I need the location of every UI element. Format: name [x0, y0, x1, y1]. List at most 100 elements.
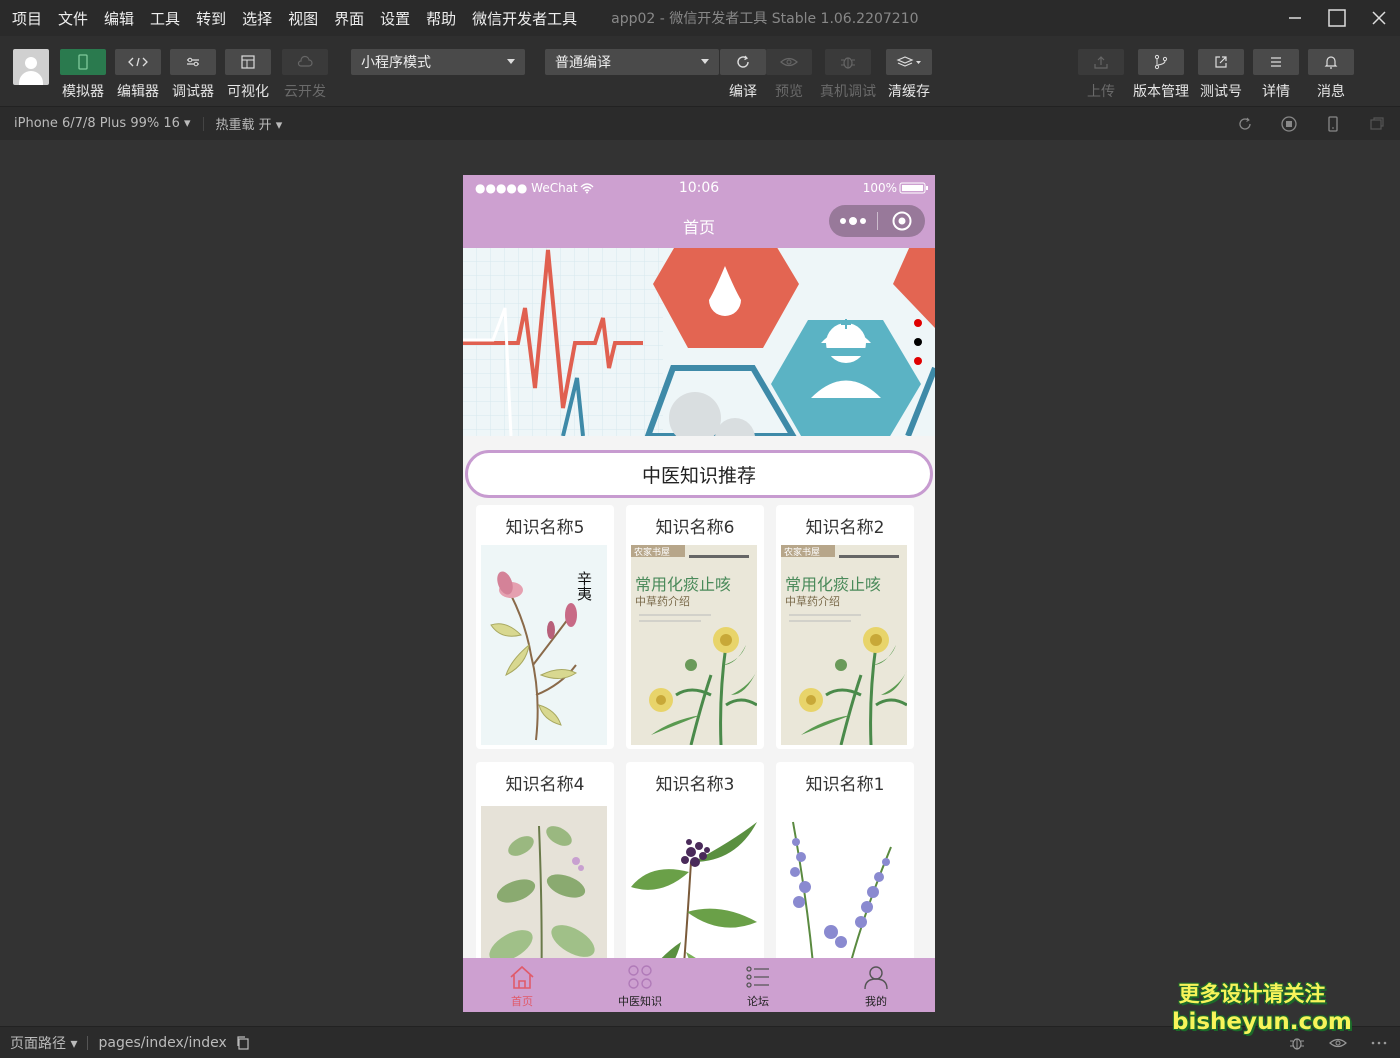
cloud-dev-label: 云开发 [284, 84, 326, 100]
copy-icon[interactable] [235, 1035, 251, 1051]
menu-item-tools[interactable]: 工具 [148, 8, 182, 29]
phone-status-bar: ●●●●● WeChat 10:06 100% [463, 175, 935, 200]
clear-cache-button[interactable]: 清缓存 [886, 49, 932, 101]
watermark-line2: bisheyun.com [1172, 1009, 1352, 1035]
eye-icon[interactable] [1328, 1034, 1348, 1052]
book-subtitle: 中草药介绍 [785, 594, 840, 608]
window-title: app02 - 微信开发者工具 Stable 1.06.2207210 [611, 11, 919, 27]
maximize-button[interactable] [1316, 0, 1358, 36]
menu-item-select[interactable]: 选择 [240, 8, 274, 29]
knowledge-card[interactable]: 知识名称1 [776, 762, 914, 982]
menu-item-interface[interactable]: 界面 [332, 8, 366, 29]
device-select[interactable]: iPhone 6/7/8 Plus 99% 16 ▾ [14, 116, 191, 131]
chevron-down-icon [701, 59, 709, 64]
user-icon [864, 966, 888, 990]
external-link-icon [1215, 56, 1227, 68]
book-title: 常用化痰止咳 [785, 575, 881, 594]
window-detach-button[interactable] [1368, 115, 1386, 133]
upload-button[interactable]: 上传 [1078, 49, 1124, 101]
menu-item-view[interactable]: 视图 [286, 8, 320, 29]
knowledge-card[interactable]: 知识名称2 农家书屋 常用化痰止咳 中草药介绍 [776, 505, 914, 749]
phone-preview-button[interactable] [1324, 115, 1342, 133]
phone-icon [1328, 116, 1338, 132]
bug-icon[interactable] [1288, 1034, 1306, 1052]
refresh-icon [737, 55, 749, 68]
book-cover-illustration: 农家书屋 常用化痰止咳 中草药介绍 [631, 545, 757, 745]
details-button[interactable]: 详情 [1253, 49, 1299, 101]
hot-reload-toggle[interactable]: 热重载 开 ▾ [216, 114, 283, 133]
menu-item-wechat-devtools[interactable]: 微信开发者工具 [470, 8, 579, 29]
mode-select[interactable]: 小程序模式 [351, 49, 525, 75]
page-path-dropdown[interactable]: 页面路径 ▾ [10, 1033, 77, 1053]
knowledge-card[interactable]: 知识名称5 辛夷 [476, 505, 614, 749]
cloud-icon [297, 55, 313, 67]
swiper-dot-active[interactable] [914, 338, 922, 346]
tab-home-label: 首页 [511, 995, 533, 1008]
tab-tcm-knowledge[interactable]: 中医知识 [581, 958, 699, 1012]
menu-item-help[interactable]: 帮助 [424, 8, 458, 29]
grid-flower-icon [628, 965, 652, 989]
cloud-dev-button[interactable]: 云开发 [282, 49, 328, 101]
layers-icon [896, 56, 921, 67]
knowledge-card[interactable]: 知识名称4 [476, 762, 614, 982]
debugger-toggle-button[interactable]: 调试器 [170, 49, 216, 101]
swiper-dot[interactable] [914, 357, 922, 365]
remote-debug-button[interactable]: 真机调试 [820, 49, 876, 101]
compile-select-value: 普通编译 [555, 55, 611, 71]
phone-nav-bar: 首页 [463, 200, 935, 248]
knowledge-card[interactable]: 知识名称6 农家书屋 常用化痰止咳 中草药介绍 [626, 505, 764, 749]
section-heading: 中医知识推荐 [465, 450, 933, 498]
preview-label: 预览 [775, 84, 803, 100]
more-button[interactable] [829, 217, 877, 225]
eye-icon [780, 57, 798, 67]
stop-button[interactable] [1280, 115, 1298, 133]
tab-forum[interactable]: 论坛 [699, 958, 817, 1012]
compile-mode-select[interactable]: 普通编译 [545, 49, 719, 75]
visualize-toggle-button[interactable]: 可视化 [225, 49, 271, 101]
version-control-button[interactable]: 版本管理 [1133, 49, 1189, 101]
card-title: 知识名称2 [805, 517, 885, 538]
preview-button[interactable]: 预览 [766, 49, 812, 101]
close-icon [1372, 11, 1386, 25]
tab-home[interactable]: 首页 [463, 958, 581, 1012]
book-series: 农家书屋 [634, 546, 670, 558]
layout-icon [241, 55, 255, 69]
card-title: 知识名称5 [505, 517, 585, 538]
more-icon[interactable] [1370, 1034, 1388, 1052]
menu-item-edit[interactable]: 编辑 [102, 8, 136, 29]
tab-tcm-label: 中医知识 [618, 995, 662, 1008]
editor-label: 编辑器 [117, 84, 159, 100]
card-image [481, 806, 607, 982]
rotate-icon [1239, 117, 1251, 130]
messages-button[interactable]: 消息 [1308, 49, 1354, 101]
target-icon [892, 211, 911, 231]
knowledge-card[interactable]: 知识名称3 [626, 762, 764, 982]
simulator-actions [1236, 115, 1386, 133]
user-avatar[interactable] [13, 49, 49, 85]
visualize-label: 可视化 [227, 84, 269, 100]
exit-button[interactable] [878, 210, 925, 232]
menu-item-settings[interactable]: 设置 [378, 8, 412, 29]
minimize-icon [1289, 17, 1301, 19]
menu-item-file[interactable]: 文件 [56, 8, 90, 29]
banner-swiper[interactable] [463, 248, 935, 436]
home-icon [510, 965, 534, 989]
simulator-toggle-button[interactable]: 模拟器 [60, 49, 106, 101]
menu-item-project[interactable]: 项目 [10, 8, 44, 29]
editor-toggle-button[interactable]: 编辑器 [115, 49, 161, 101]
swiper-dot[interactable] [914, 319, 922, 327]
minimize-button[interactable] [1274, 0, 1316, 36]
compile-button[interactable]: 编译 [720, 49, 766, 101]
book-series: 农家书屋 [784, 546, 820, 558]
upload-label: 上传 [1087, 84, 1115, 100]
watermark: 更多设计请关注 bisheyun.com [1172, 980, 1352, 1036]
rotate-button[interactable] [1236, 115, 1254, 133]
phone-simulator: ●●●●● WeChat 10:06 100% 首页 中医知识推荐 知识名称5 … [463, 175, 935, 1012]
menu-item-goto[interactable]: 转到 [194, 8, 228, 29]
stop-circle-icon [1281, 116, 1297, 132]
tab-mine[interactable]: 我的 [817, 958, 935, 1012]
close-button[interactable] [1358, 0, 1400, 36]
bottom-actions [1288, 1034, 1388, 1052]
test-account-button[interactable]: 测试号 [1198, 49, 1244, 101]
battery-percent: 100% [862, 180, 897, 195]
